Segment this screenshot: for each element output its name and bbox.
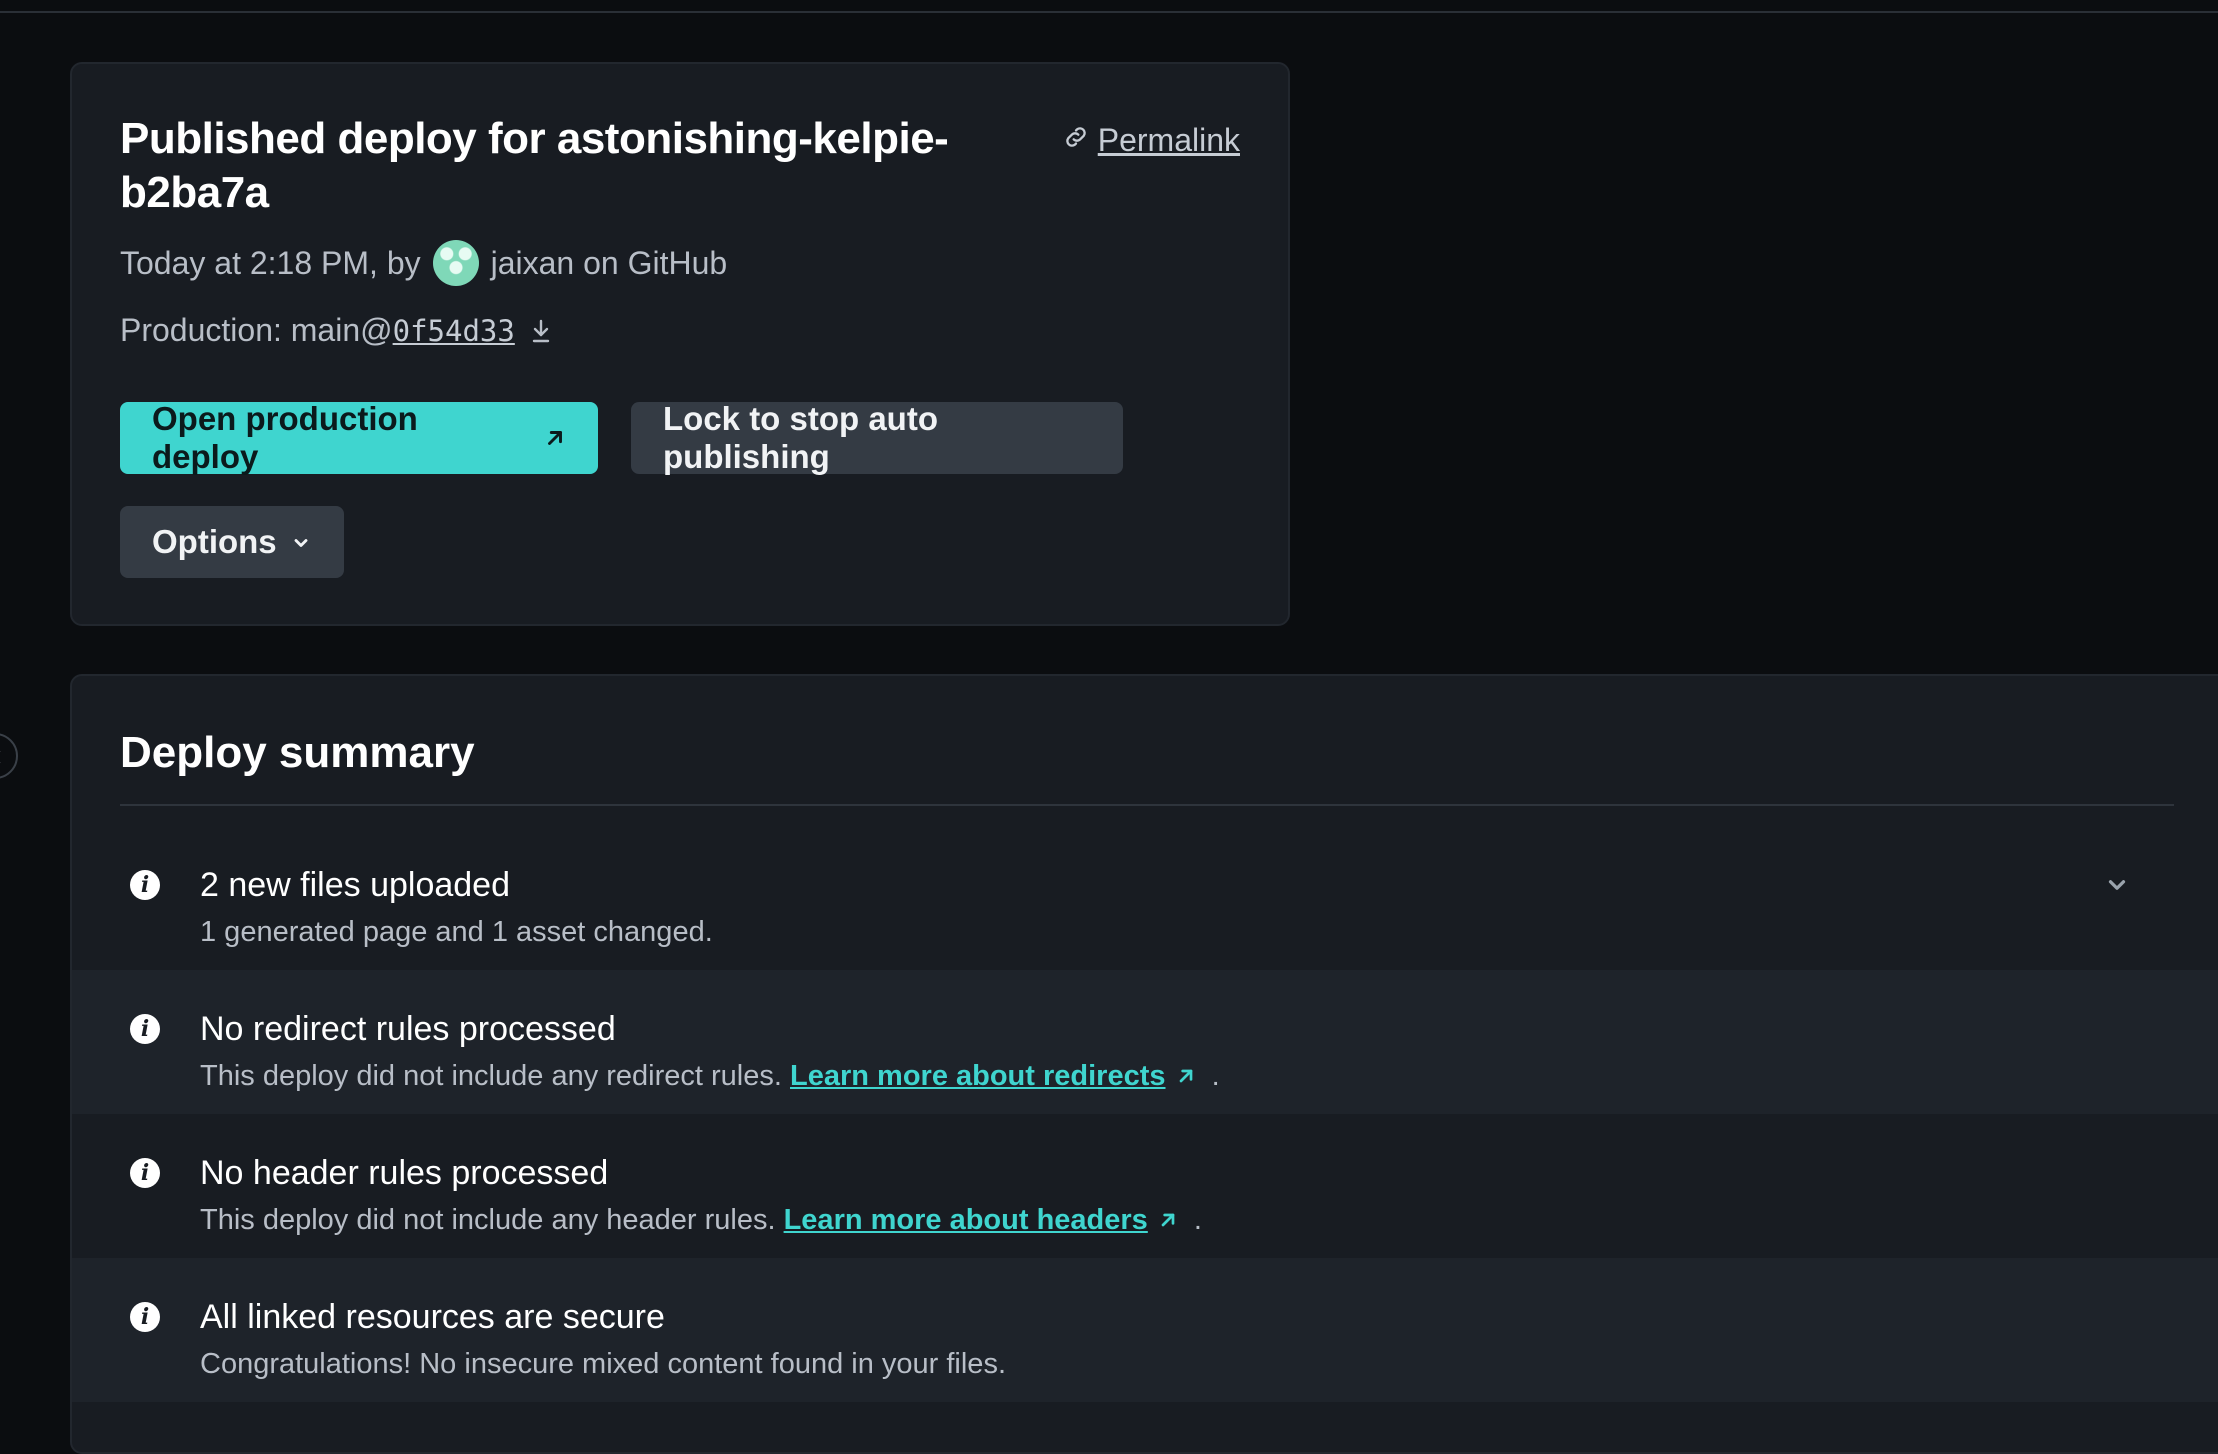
link-icon [1062, 122, 1090, 159]
deploy-author: jaixan on GitHub [490, 244, 728, 281]
external-link-icon [544, 419, 566, 457]
download-icon[interactable] [529, 318, 553, 344]
learn-more-redirects-label: Learn more about redirects [790, 1060, 1166, 1092]
info-icon: i [130, 870, 160, 900]
summary-row-trail: . [1193, 1204, 1202, 1236]
summary-row-trail: . [1211, 1060, 1220, 1092]
summary-row-title: All linked resources are secure [200, 1298, 665, 1336]
info-icon: i [130, 1014, 160, 1044]
external-link-icon [1158, 1205, 1178, 1238]
summary-row-title: No header rules processed [200, 1154, 609, 1192]
summary-row-text: This deploy did not include any redirect… [200, 1060, 782, 1092]
summary-row-headers: i No header rules processed This deploy … [72, 1114, 2218, 1258]
learn-more-headers-link[interactable]: Learn more about headers [784, 1204, 1148, 1236]
deploy-time: Today at 2:18 PM, by [120, 244, 421, 281]
top-border [0, 0, 2218, 13]
production-branch: Production: main@ 0f54d33 [120, 312, 553, 349]
chevron-down-icon[interactable] [2104, 872, 2130, 898]
options-dropdown-button[interactable]: Options [120, 506, 344, 578]
deploy-title: Published deploy for astonishing-kelpie-… [120, 114, 949, 217]
deploy-summary-title: Deploy summary [120, 728, 475, 777]
open-production-deploy-button[interactable]: Open production deploy [120, 400, 598, 475]
learn-more-headers-label: Learn more about headers [783, 1204, 1148, 1236]
options-label: Options [152, 523, 277, 560]
summary-row-text: This deploy did not include any header r… [200, 1204, 776, 1236]
lock-auto-publishing-label: Lock to stop auto publishing [663, 400, 938, 475]
permalink-link[interactable]: Permalink [1062, 122, 1240, 159]
summary-row-title: 2 new files uploaded [200, 866, 511, 904]
info-icon: i [130, 1158, 160, 1188]
external-link-icon [1176, 1061, 1196, 1094]
summary-row-files-uploaded[interactable]: i 2 new files uploaded 1 generated page … [72, 826, 2218, 970]
sidebar-toggle-button[interactable] [0, 733, 18, 779]
summary-row-secure-resources: i All linked resources are secure Congra… [72, 1258, 2218, 1402]
published-deploy-card: Published deploy for astonishing-kelpie-… [70, 62, 1290, 626]
info-icon: i [130, 1302, 160, 1332]
deploy-summary-card: Deploy summary i 2 new files uploaded 1 … [70, 674, 2218, 1454]
chevron-down-icon [291, 523, 311, 561]
deploy-meta: Today at 2:18 PM, by jaixan on GitHub [120, 240, 727, 286]
summary-row-description: This deploy did not include any redirect… [200, 1060, 1220, 1094]
summary-row-title: No redirect rules processed [200, 1010, 616, 1048]
summary-row-description: Congratulations! No insecure mixed conte… [200, 1348, 1006, 1380]
commit-link[interactable]: 0f54d33 [393, 314, 515, 348]
lock-auto-publishing-button[interactable]: Lock to stop auto publishing [631, 400, 1123, 475]
summary-row-description: 1 generated page and 1 asset changed. [200, 916, 713, 948]
summary-row-description: This deploy did not include any header r… [200, 1204, 1202, 1238]
permalink-label: Permalink [1097, 122, 1240, 158]
learn-more-redirects-link[interactable]: Learn more about redirects [790, 1060, 1166, 1092]
open-production-deploy-label: Open production deploy [152, 400, 418, 475]
production-prefix: Production: main@ [120, 312, 393, 348]
summary-row-redirects: i No redirect rules processed This deplo… [72, 970, 2218, 1114]
avatar [432, 240, 479, 286]
summary-divider [120, 804, 2174, 806]
